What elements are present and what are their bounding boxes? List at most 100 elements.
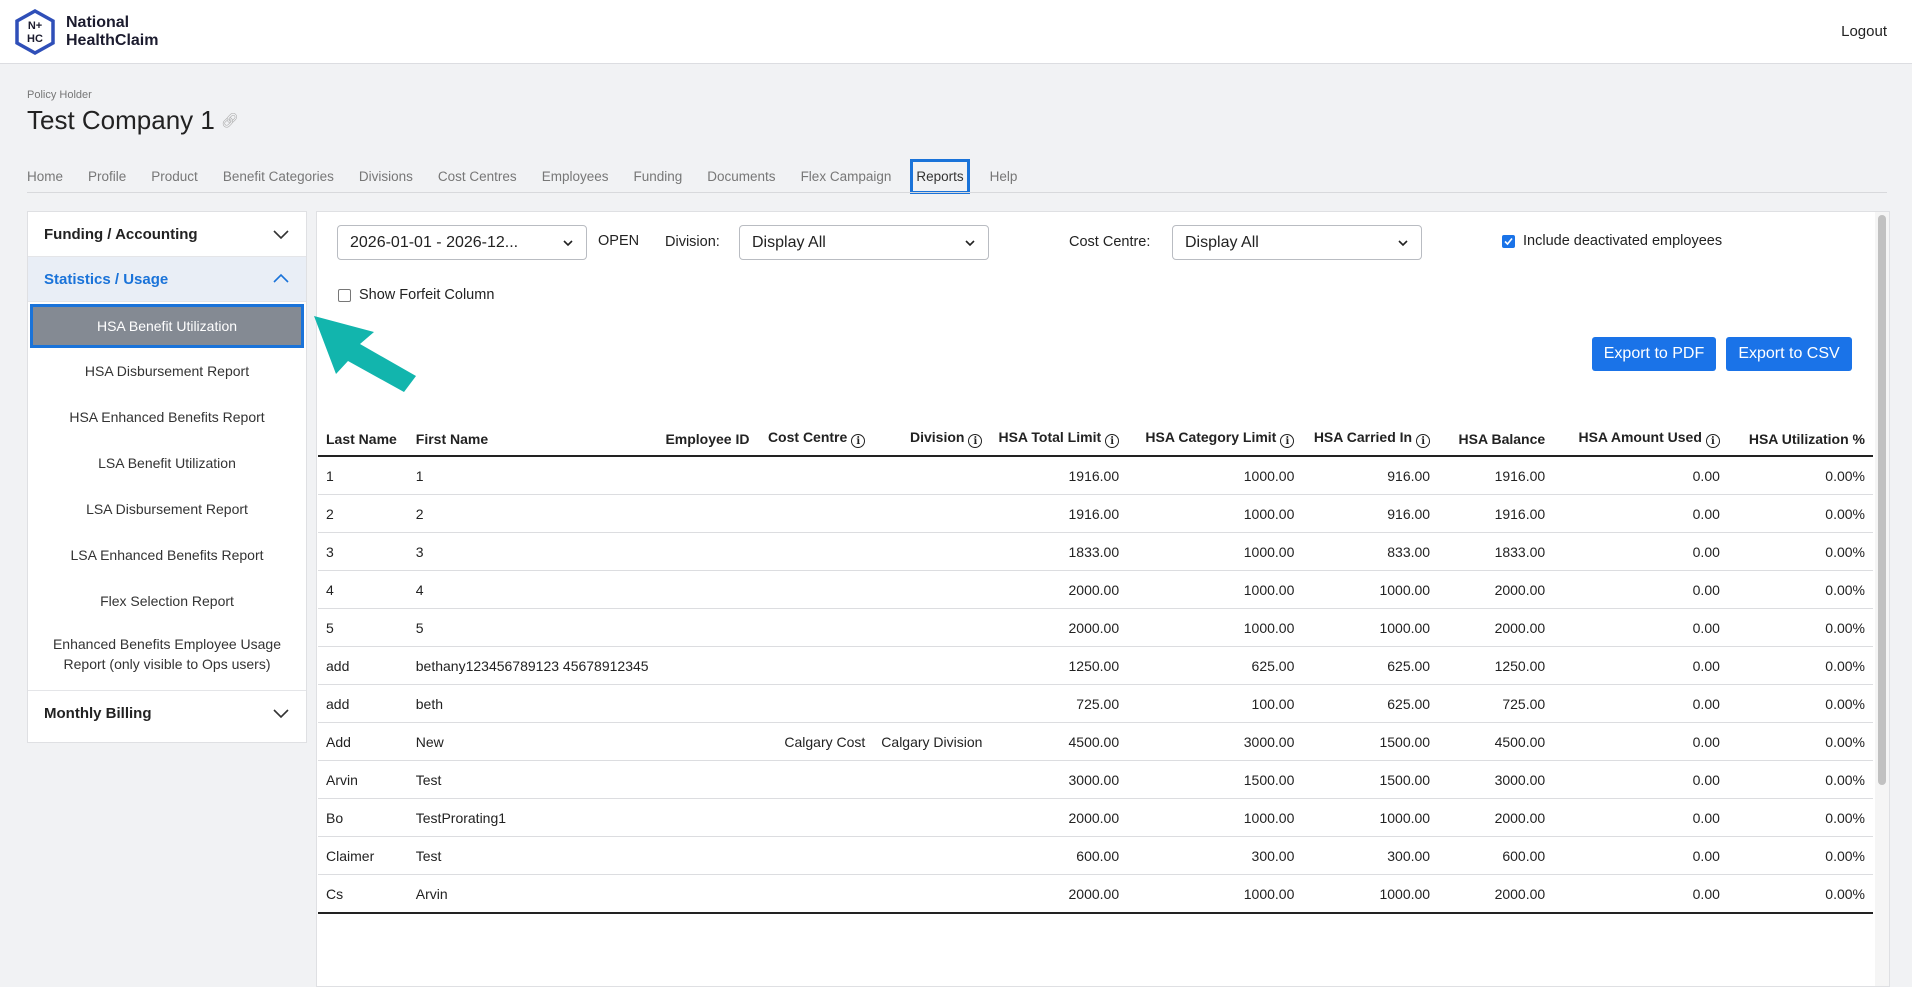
table-cell [873, 684, 991, 723]
report-item-lsa-enhanced-benefits[interactable]: LSA Enhanced Benefits Report [28, 532, 306, 578]
table-cell: 2000.00 [1438, 608, 1554, 647]
col-first-name[interactable]: First Name [407, 422, 657, 457]
table-cell: Claimer [318, 836, 408, 875]
info-icon[interactable]: i [1705, 434, 1720, 449]
col-division[interactable]: Division i [873, 422, 991, 457]
cost-centre-select[interactable]: Display All [1172, 225, 1422, 260]
table-cell: 625.00 [1302, 646, 1439, 685]
accordion-funding-accounting[interactable]: Funding / Accounting [28, 212, 306, 257]
table-cell [656, 684, 758, 723]
brand-logo[interactable]: N+ HC National HealthClaim [12, 9, 158, 55]
table-cell: 5 [407, 608, 657, 647]
accordion-monthly-billing[interactable]: Monthly Billing [28, 691, 306, 735]
table-cell: 0.00% [1727, 456, 1873, 495]
nav-divider [27, 192, 1887, 193]
division-select[interactable]: Display All [739, 225, 989, 260]
include-deactivated-label: Include deactivated employees [1523, 233, 1723, 249]
col-employee-id[interactable]: Employee ID [656, 422, 758, 457]
table-row: 3 3 1833.00 1000.00 833.00 1833.00 0.00 0.00% [318, 532, 1873, 571]
cost-centre-label: Cost Centre: [1069, 234, 1151, 250]
info-icon[interactable]: i [1416, 434, 1431, 449]
col-cost-centre[interactable]: Cost Centre i [757, 422, 874, 457]
table-cell [757, 684, 874, 723]
table-cell: 0.00% [1727, 798, 1873, 837]
col-hsa-carried-in[interactable]: HSA Carried In i [1302, 422, 1439, 457]
col-hsa-amount-used[interactable]: HSA Amount Used i [1553, 422, 1728, 457]
tab-benefit-categories[interactable]: Benefit Categories [223, 169, 334, 184]
table-cell: 0.00% [1727, 874, 1873, 914]
table-cell: 300.00 [1127, 836, 1303, 875]
hsa-utilization-table: Last Name First Name Employee ID Cost Ce… [318, 422, 1873, 914]
table-cell: 1000.00 [1127, 456, 1303, 495]
table-cell: 916.00 [1302, 494, 1439, 533]
table-row: add bethany123456789123 45678912345 1250.0… [318, 646, 1873, 685]
table-cell [757, 836, 874, 875]
tab-flex-campaign[interactable]: Flex Campaign [801, 169, 892, 184]
table-cell: 3000.00 [990, 760, 1128, 799]
table-cell: 0.00% [1727, 722, 1873, 761]
table-cell: Calgary Division [873, 722, 991, 761]
show-forfeit-toggle[interactable]: Show Forfeit Column [338, 287, 494, 303]
show-forfeit-checkbox[interactable] [338, 288, 351, 302]
include-deactivated-checkbox[interactable] [1502, 234, 1515, 248]
col-hsa-balance[interactable]: HSA Balance [1438, 422, 1554, 457]
tab-cost-centres[interactable]: Cost Centres [438, 169, 517, 184]
tab-funding[interactable]: Funding [633, 169, 682, 184]
tab-documents[interactable]: Documents [707, 169, 775, 184]
table-cell: 3 [318, 532, 408, 571]
period-select[interactable]: 2026-01-01 - 2026-12... [337, 225, 587, 260]
table-cell: 1000.00 [1302, 874, 1439, 914]
table-cell: New [407, 722, 657, 761]
table-cell: 5 [318, 608, 408, 647]
export-csv-button[interactable]: Export to CSV [1726, 337, 1852, 371]
scrollbar[interactable] [1875, 212, 1889, 986]
chevron-down-icon [1398, 239, 1408, 246]
table-cell: 0.00 [1553, 798, 1728, 837]
table-cell: 1916.00 [1438, 456, 1554, 495]
tab-profile[interactable]: Profile [88, 169, 126, 184]
logout-link[interactable]: Logout [1841, 23, 1887, 40]
report-item-enhanced-benefits-usage[interactable]: Enhanced Benefits Employee Usage Report … [28, 624, 306, 684]
arrow-pointer-icon [314, 316, 416, 392]
link-icon[interactable]: 🔗︎ [221, 112, 239, 129]
table-row: Arvin Test 3000.00 1500.00 1500.00 3000.00 0.0… [318, 760, 1873, 799]
tab-help[interactable]: Help [990, 169, 1018, 184]
brand-line1: National [66, 14, 130, 31]
col-hsa-category-limit[interactable]: HSA Category Limit i [1127, 422, 1303, 457]
tab-home[interactable]: Home [27, 169, 63, 184]
tab-product[interactable]: Product [151, 169, 198, 184]
report-item-lsa-disbursement[interactable]: LSA Disbursement Report [28, 486, 306, 532]
col-hsa-utilization[interactable]: HSA Utilization % [1727, 422, 1873, 457]
report-item-flex-selection[interactable]: Flex Selection Report [28, 578, 306, 624]
table-cell: 2000.00 [990, 874, 1128, 914]
period-value: 2026-01-01 - 2026-12... [350, 233, 519, 251]
table-cell: 600.00 [1438, 836, 1554, 875]
table-cell [656, 456, 758, 495]
tab-reports[interactable]: Reports [910, 159, 970, 194]
table-cell [656, 836, 758, 875]
chevron-down-icon [273, 709, 289, 719]
info-icon[interactable]: i [1280, 434, 1295, 449]
report-item-hsa-benefit-utilization[interactable]: HSA Benefit Utilization [30, 304, 304, 348]
table-cell: 833.00 [1302, 532, 1439, 571]
tab-employees[interactable]: Employees [542, 169, 609, 184]
tab-divisions[interactable]: Divisions [359, 169, 413, 184]
table-cell [757, 532, 874, 571]
table-row: Bo TestProrating1 2000.00 1000.00 1000.00 200… [318, 798, 1873, 837]
table-cell: 1250.00 [990, 646, 1128, 685]
info-icon[interactable]: i [851, 434, 866, 449]
scrollbar-thumb[interactable] [1878, 215, 1886, 785]
include-deactivated-toggle[interactable]: Include deactivated employees [1502, 233, 1722, 249]
report-item-lsa-benefit-utilization[interactable]: LSA Benefit Utilization [28, 440, 306, 486]
table-cell: Cs [318, 874, 408, 914]
info-icon[interactable]: i [1105, 434, 1120, 449]
info-icon[interactable]: i [968, 434, 983, 449]
report-item-hsa-enhanced-benefits[interactable]: HSA Enhanced Benefits Report [28, 394, 306, 440]
period-status: OPEN [598, 233, 640, 249]
accordion-statistics-usage[interactable]: Statistics / Usage [28, 257, 306, 302]
export-pdf-button[interactable]: Export to PDF [1592, 337, 1716, 371]
report-item-hsa-disbursement[interactable]: HSA Disbursement Report [28, 348, 306, 394]
col-hsa-total-limit[interactable]: HSA Total Limit i [990, 422, 1128, 457]
col-last-name[interactable]: Last Name [318, 422, 408, 457]
table-cell: 1000.00 [1302, 608, 1439, 647]
